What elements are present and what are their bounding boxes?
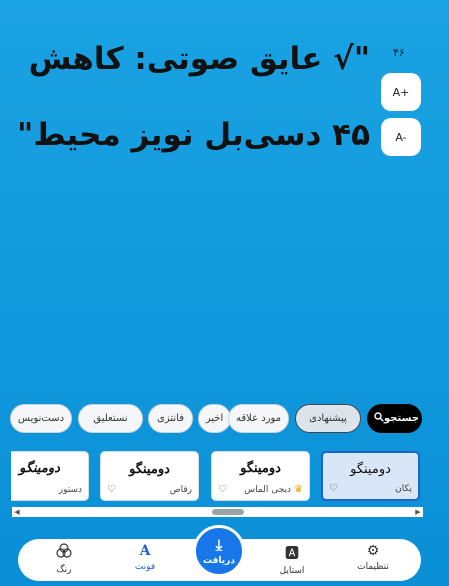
font-name: دستور <box>58 484 82 495</box>
scroll-left-icon[interactable]: ◀ <box>12 507 22 517</box>
font-card-yekan[interactable]: دومینگو ♡ یکان <box>321 451 420 501</box>
scrollbar-thumb[interactable] <box>212 509 244 515</box>
nav-settings[interactable]: ⚙ تنظیمات <box>343 543 403 572</box>
chip-handwritten[interactable]: دست‌نویس <box>10 404 72 433</box>
font-preview: دومینگو <box>350 462 391 477</box>
font-card-raghas[interactable]: دومینگو ♡ رقاص <box>100 451 199 501</box>
decrease-size-label: A- <box>395 130 407 144</box>
style-icon: 🅰 <box>285 546 299 562</box>
chip-label: مورد علاقه <box>235 413 282 424</box>
nav-label: رنگ <box>56 565 72 575</box>
chip-favorites[interactable]: مورد علاقه <box>228 404 289 433</box>
nav-style[interactable]: 🅰 استایل <box>262 543 322 576</box>
font-list-scrollbar[interactable]: ◀ ▶ <box>12 507 423 517</box>
chip-nastaliq[interactable]: نستعلیق <box>78 404 143 433</box>
font-name: دیجی الماس <box>244 484 292 495</box>
download-label: دریافت <box>203 556 235 566</box>
nav-label: استایل <box>279 566 305 576</box>
font-preview: دومینگو <box>129 461 170 476</box>
nav-label: تنظیمات <box>357 562 389 572</box>
font-card-dastoor[interactable]: دومینگو ♡ دستور <box>11 451 89 501</box>
download-button[interactable]: ⤓ دریافت <box>193 525 245 577</box>
font-size-value: ۴۶ <box>393 46 405 59</box>
search-icon <box>374 412 384 425</box>
chip-label: فانتزی <box>157 413 184 424</box>
chip-recent[interactable]: اخیر <box>198 404 231 433</box>
nav-color[interactable]: رنگ <box>34 543 94 575</box>
font-name: یکان <box>395 483 412 494</box>
canvas-text-line-1[interactable]: "√ عایق صوتی: کاهش <box>20 44 370 75</box>
increase-size-label: A+ <box>392 85 410 99</box>
font-list: دومینگو ♡ یکان دومینگو ♡ دیجی الماس ♛ دوم… <box>11 451 423 501</box>
font-preview: دومینگو <box>240 461 281 476</box>
increase-size-button[interactable]: A+ <box>381 73 421 111</box>
font-preview: دومینگو <box>19 461 60 476</box>
heart-icon[interactable]: ♡ <box>107 484 116 495</box>
crown-icon: ♛ <box>294 484 303 495</box>
chip-label: نستعلیق <box>93 413 128 424</box>
chip-label: اخیر <box>205 413 224 424</box>
font-filter-bar: دست‌نویس نستعلیق فانتزی اخیر مورد علاقه … <box>10 404 422 433</box>
color-circles-icon <box>34 543 94 562</box>
gear-icon: ⚙ <box>366 543 380 559</box>
heart-icon[interactable]: ♡ <box>329 483 338 494</box>
download-icon: ⤓ <box>215 536 223 554</box>
font-name: رقاص <box>169 484 192 495</box>
search-label: جستجو <box>384 413 419 424</box>
search-button[interactable]: جستجو <box>367 404 422 433</box>
scroll-right-icon[interactable]: ▶ <box>413 507 423 517</box>
font-icon: A <box>139 543 151 559</box>
font-card-digi-almas[interactable]: دومینگو ♡ دیجی الماس ♛ <box>211 451 310 501</box>
chip-label: پیشنهادی <box>309 413 347 424</box>
nav-font[interactable]: A فونت <box>115 543 175 572</box>
chip-label: دست‌نویس <box>17 413 65 424</box>
chip-suggested[interactable]: پیشنهادی <box>295 404 361 433</box>
chip-fantasy[interactable]: فانتزی <box>148 404 193 433</box>
canvas-text-line-2[interactable]: ۴۵ دسی‌بل نویز محیط" <box>17 120 370 151</box>
nav-label: فونت <box>134 562 156 572</box>
decrease-size-button[interactable]: A- <box>381 118 421 156</box>
heart-icon[interactable]: ♡ <box>218 484 227 495</box>
